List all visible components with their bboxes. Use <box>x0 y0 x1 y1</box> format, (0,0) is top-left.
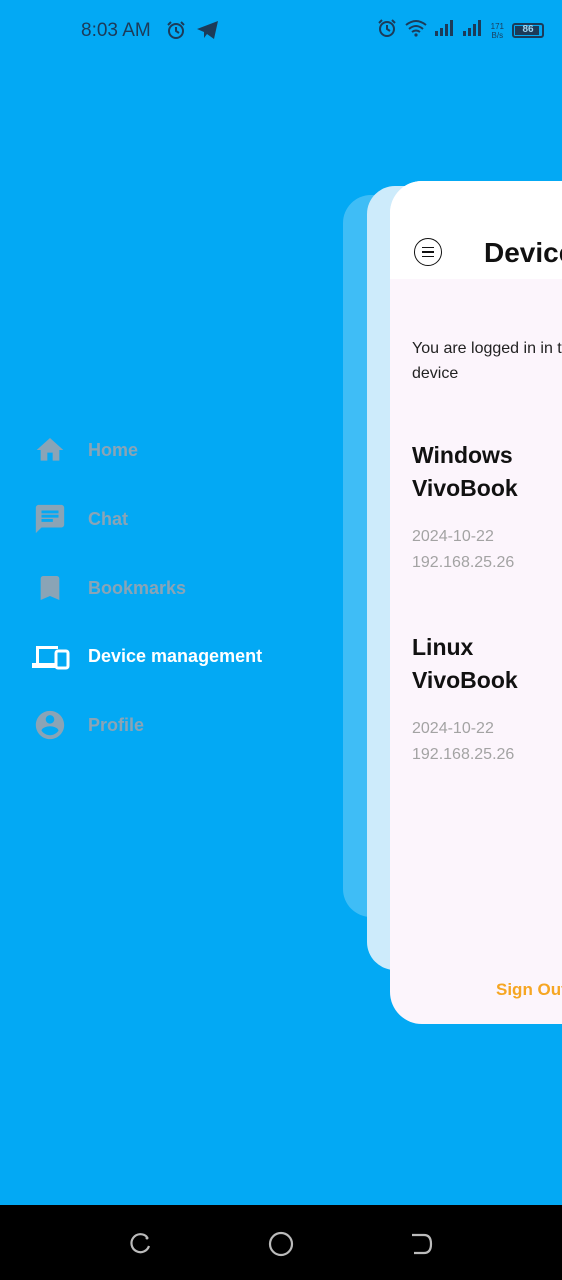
menu-item-chat[interactable]: Chat <box>30 499 330 539</box>
page-title: Device <box>484 237 562 268</box>
screen-header: Device <box>390 181 562 279</box>
devices-icon <box>30 636 70 676</box>
net-speed: 171 B/s <box>490 21 504 40</box>
menu-label-bookmarks: Bookmarks <box>88 577 187 598</box>
signal-icon <box>462 20 483 41</box>
menu-item-bookmarks[interactable]: Bookmarks <box>30 568 330 608</box>
wifi-icon <box>405 19 427 42</box>
menu-item-home[interactable]: Home <box>30 430 330 470</box>
status-time: 8:03 AM <box>81 20 151 41</box>
telegram-icon <box>196 20 220 45</box>
battery-level-text: 86 <box>522 24 534 35</box>
status-bar: 8:03 AM 171 B/s 86 <box>0 0 562 64</box>
sign-out-button[interactable]: Sign Out <box>496 980 562 1000</box>
device-screen-card[interactable]: Device You are logged in in these device… <box>390 181 562 1024</box>
device-date: 2024-10-22 <box>412 528 494 545</box>
profile-icon <box>30 705 70 745</box>
device-date: 2024-10-22 <box>412 720 494 737</box>
menu-label-device-management: Device management <box>88 645 263 666</box>
intro-text: You are logged in in these device <box>412 340 562 382</box>
menu-label-profile: Profile <box>88 714 145 735</box>
alarm-icon <box>166 20 186 45</box>
recent-apps-icon[interactable] <box>127 1231 153 1257</box>
device-ip: 192.168.25.26 <box>412 746 515 763</box>
bookmark-icon <box>30 568 70 608</box>
home-icon <box>30 430 70 470</box>
menu-icon[interactable] <box>414 238 442 266</box>
chat-icon <box>30 499 70 539</box>
device-name: Windows VivoBook <box>412 442 518 501</box>
device-item[interactable]: Windows VivoBook 2024-10-22 192.168.25.2… <box>412 439 562 576</box>
device-ip: 192.168.25.26 <box>412 554 515 571</box>
menu-label-chat: Chat <box>88 508 128 529</box>
signal-icon <box>434 20 455 41</box>
menu-label-home: Home <box>88 439 139 460</box>
home-circle-icon[interactable] <box>268 1231 294 1257</box>
system-nav-bar <box>0 1205 562 1280</box>
device-item[interactable]: Linux VivoBook 2024-10-22 192.168.25.26 <box>412 631 562 768</box>
menu-item-profile[interactable]: Profile <box>30 705 330 745</box>
device-name: Linux VivoBook <box>412 634 518 693</box>
menu-item-device-management[interactable]: Device management <box>30 636 330 676</box>
back-icon[interactable] <box>409 1231 435 1257</box>
battery-icon: 86 <box>512 23 544 38</box>
alarm-icon <box>377 18 397 43</box>
